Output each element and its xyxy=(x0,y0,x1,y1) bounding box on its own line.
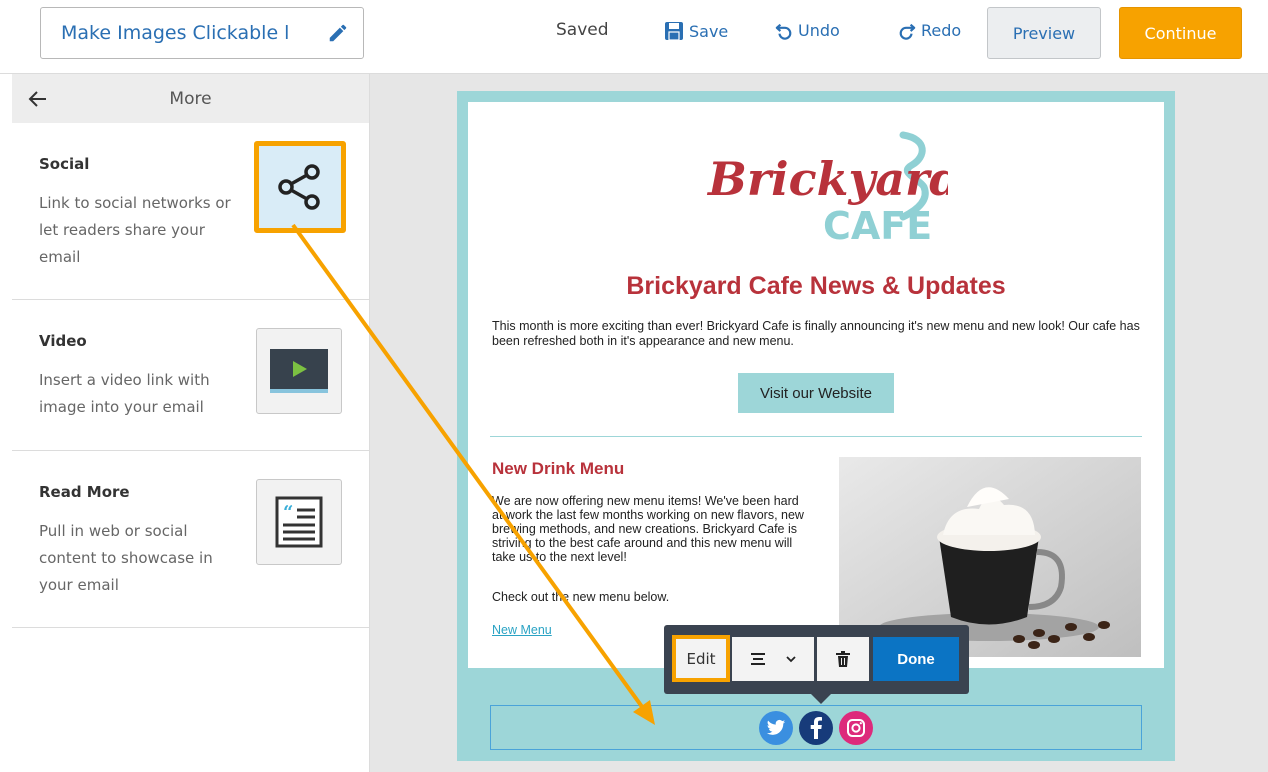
pencil-icon[interactable] xyxy=(327,22,349,44)
done-button[interactable]: Done xyxy=(873,637,959,681)
undo-button[interactable]: Undo xyxy=(775,21,840,40)
redo-icon xyxy=(899,23,916,40)
save-label: Save xyxy=(689,21,729,41)
sidebar-item-read-more[interactable]: Read More Pull in web or social content … xyxy=(12,451,369,628)
top-toolbar: Make Images Clickable l Saved Save Undo … xyxy=(0,0,1268,74)
email-headline: Brickyard Cafe News & Updates xyxy=(626,272,1006,300)
email-intro-text: This month is more exciting than ever! B… xyxy=(492,319,1140,348)
section-body-text-2: Check out the new menu below. xyxy=(492,590,670,604)
undo-icon xyxy=(775,23,792,40)
floppy-disk-icon xyxy=(665,22,683,41)
edit-button[interactable]: Edit xyxy=(672,635,730,682)
section-title: New Drink Menu xyxy=(492,459,625,478)
preview-button[interactable]: Preview xyxy=(987,7,1101,59)
sidebar-item-title: Video xyxy=(39,332,87,350)
redo-label: Redo xyxy=(921,21,962,40)
twitter-icon[interactable] xyxy=(759,710,793,745)
align-center-icon xyxy=(751,653,765,665)
sidebar-item-social[interactable]: Social Link to social networks or let re… xyxy=(12,123,369,300)
sidebar-header: More xyxy=(12,74,369,123)
visit-website-button[interactable]: Visit our Website xyxy=(738,373,894,413)
social-icons-block[interactable] xyxy=(490,705,1142,750)
article-icon: “ xyxy=(275,496,323,548)
section-divider xyxy=(490,436,1142,437)
campaign-title-text: Make Images Clickable l xyxy=(61,22,290,44)
logo-cafe: CAFE xyxy=(823,204,932,247)
svg-text:“: “ xyxy=(283,502,293,523)
share-icon xyxy=(278,164,320,210)
save-button[interactable]: Save xyxy=(664,21,728,41)
read-more-block-tile[interactable]: “ xyxy=(256,479,342,565)
brickyard-cafe-logo: Brickyard CAFE xyxy=(706,131,948,247)
delete-button[interactable] xyxy=(817,637,869,681)
logo-wordmark: Brickyard xyxy=(706,152,948,206)
video-icon xyxy=(270,349,328,393)
sidebar-title: More xyxy=(169,88,212,109)
instagram-icon[interactable] xyxy=(839,710,873,745)
social-block-tile[interactable] xyxy=(254,141,346,233)
sidebar-item-title: Read More xyxy=(39,483,130,501)
sidebar-item-description: Insert a video link with image into your… xyxy=(39,371,210,416)
redo-button[interactable]: Redo xyxy=(898,21,961,40)
sidebar: More Social Link to social networks or l… xyxy=(12,74,370,772)
continue-button[interactable]: Continue xyxy=(1119,7,1242,59)
section-body-text: We are now offering new menu items! We'v… xyxy=(492,494,804,564)
align-dropdown[interactable] xyxy=(732,637,814,681)
email-body: Brickyard CAFE Brickyard Cafe News & Upd… xyxy=(468,102,1164,668)
facebook-icon[interactable] xyxy=(799,710,833,745)
chevron-down-icon xyxy=(786,656,796,663)
sidebar-item-title: Social xyxy=(39,155,90,173)
back-arrow-icon[interactable] xyxy=(26,87,50,111)
video-block-tile[interactable] xyxy=(256,328,342,414)
sidebar-item-description: Link to social networks or let readers s… xyxy=(39,194,231,266)
campaign-title-field[interactable]: Make Images Clickable l xyxy=(40,7,364,59)
undo-label: Undo xyxy=(798,21,840,40)
new-menu-link[interactable]: New Menu xyxy=(492,623,552,637)
sidebar-item-video[interactable]: Video Insert a video link with image int… xyxy=(12,300,369,451)
save-status: Saved xyxy=(556,20,609,40)
block-floating-toolbar: Edit Done xyxy=(664,625,969,704)
trash-icon xyxy=(836,651,850,667)
sidebar-item-description: Pull in web or social content to showcas… xyxy=(39,522,213,594)
